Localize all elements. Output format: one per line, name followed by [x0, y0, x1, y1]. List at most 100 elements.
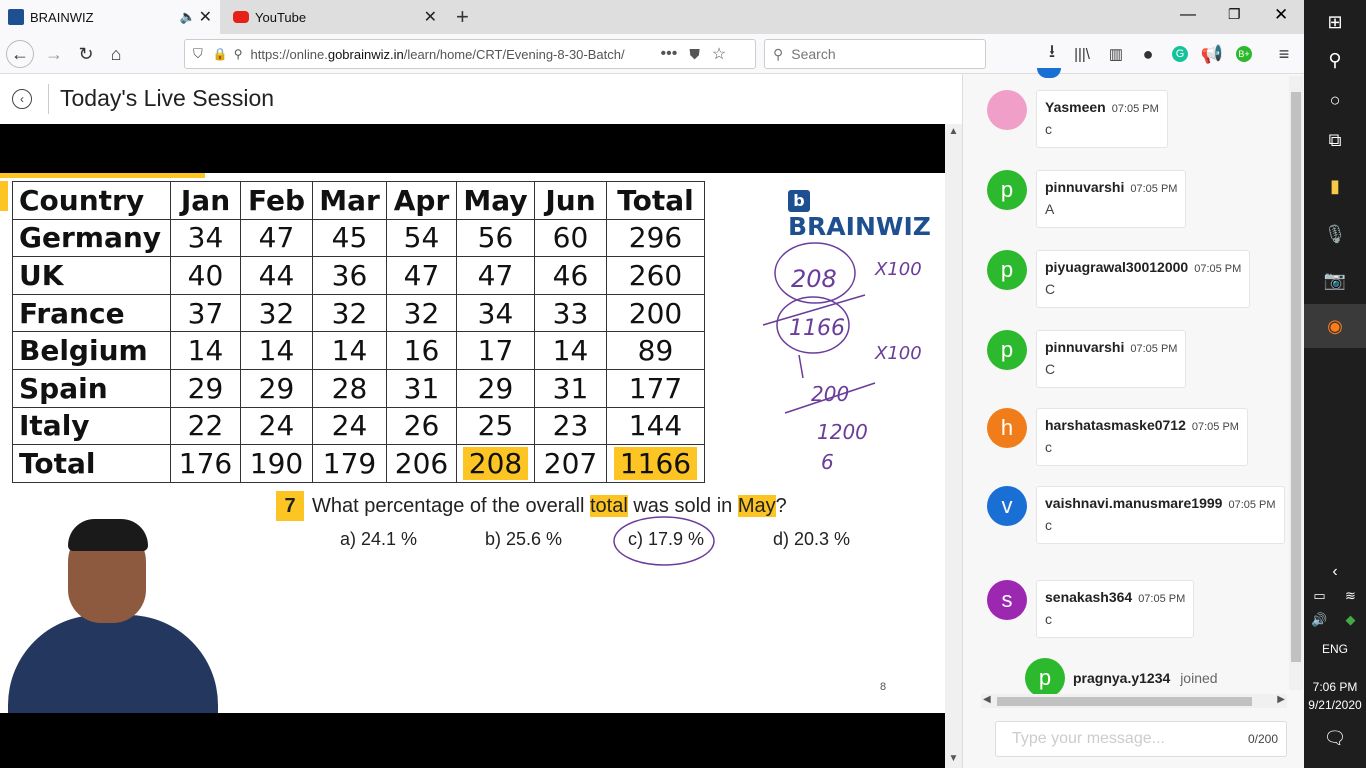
close-tab-icon[interactable]: ✕ — [199, 7, 212, 27]
url-bar[interactable]: ⛉ 🔒 ⚲ https://online.gobrainwiz.in/learn… — [184, 39, 756, 69]
slide-accent — [0, 173, 205, 178]
slide-accent — [0, 181, 8, 211]
close-tab-icon[interactable]: ✕ — [424, 7, 437, 27]
table-cell: 34 — [456, 293, 535, 333]
annotation-208: 208 — [791, 265, 837, 293]
table-cell: 31 — [386, 368, 457, 408]
megaphone-icon[interactable]: 📢 — [1198, 40, 1226, 68]
window-close-button[interactable]: ✕ — [1274, 5, 1288, 25]
presenter-video — [0, 513, 225, 713]
table-cell: 47 — [456, 256, 535, 295]
notifications-icon[interactable]: 🗨 — [1304, 716, 1366, 760]
task-view-icon[interactable]: ⧉ — [1304, 118, 1366, 162]
new-tab-button[interactable]: + — [456, 4, 469, 30]
cortana-icon[interactable]: ○ — [1304, 78, 1366, 122]
sidebar-icon[interactable]: ▥ — [1102, 40, 1130, 68]
table-cell: 31 — [534, 368, 607, 408]
table-cell: 24 — [312, 406, 387, 446]
chat-message: h harshatasmaske0712 07:05 PM c — [987, 408, 1248, 466]
table-row-header: Country — [12, 181, 171, 220]
highlighted-value: 1166 — [613, 446, 698, 480]
table-cell: May — [456, 181, 535, 220]
chat-message: p piyuagrawal30012000 07:05 PM C — [987, 250, 1251, 308]
chat-vertical-scrollbar[interactable] — [1289, 76, 1303, 690]
slide-page-number: 8 — [880, 681, 887, 693]
reload-button[interactable]: ↻ — [72, 40, 100, 68]
table-row-header: Spain — [12, 368, 171, 408]
table-cell: Jun — [534, 181, 607, 220]
tab-youtube[interactable]: YouTube ✕ — [225, 0, 445, 34]
table-cell: 14 — [312, 331, 387, 370]
permissions-icon: ⚲ — [233, 47, 243, 61]
message-author: Yasmeen 07:05 PM — [1045, 99, 1159, 115]
chat-scroll-thumb[interactable] — [997, 697, 1252, 706]
clock-time[interactable]: 7:06 PM — [1304, 680, 1366, 694]
author-name: harshatasmaske0712 — [1045, 417, 1186, 433]
message-text: c — [1045, 517, 1052, 533]
table-cell: 190 — [240, 444, 313, 483]
chat-input-placeholder: Type your message... — [1012, 730, 1165, 747]
back-button[interactable]: ← — [6, 40, 34, 68]
header-divider — [48, 84, 49, 114]
message-bubble: pinnuvarshi 07:05 PM C — [1036, 330, 1187, 388]
download-icon[interactable]: ⭳ — [1038, 40, 1066, 68]
table-cell: Total — [606, 181, 705, 220]
forward-button[interactable]: → — [40, 40, 68, 68]
table-cell: 14 — [170, 331, 241, 370]
joined-status: joined — [1180, 670, 1218, 686]
recorder-app-icon[interactable]: 🎙 — [1304, 212, 1366, 256]
table-row: Germany 34 47 45 54 56 60 296 — [12, 218, 705, 258]
author-name: senakash364 — [1045, 589, 1133, 605]
author-name: piyuagrawal30012000 — [1045, 259, 1189, 275]
page-actions-icon[interactable]: ••• — [661, 45, 678, 63]
video-player[interactable]: Country Jan Feb Mar Apr May Jun Total Germany 34 4… — [0, 124, 945, 768]
tab-brainwiz[interactable]: BRAINWIZ 🔈 ✕ — [0, 0, 220, 34]
extension-icon[interactable]: B+ — [1230, 40, 1258, 68]
restore-button[interactable]: ❐ — [1228, 6, 1241, 23]
account-icon[interactable]: ● — [1134, 40, 1162, 68]
file-explorer-icon[interactable]: ▮ — [1304, 164, 1366, 208]
bookmark-star-icon[interactable]: ☆ — [712, 44, 726, 64]
home-button[interactable]: ⌂ — [102, 40, 130, 68]
volume-icon[interactable]: 🔊 — [1304, 598, 1335, 642]
search-icon: ⚲ — [773, 45, 784, 62]
option-b: b) 25.6 % — [485, 529, 563, 549]
user-avatar: p — [1025, 658, 1065, 698]
pocket-icon[interactable]: ⛊ — [689, 46, 700, 63]
clock-date[interactable]: 9/21/2020 — [1304, 698, 1366, 712]
grammarly-icon[interactable]: G — [1166, 40, 1194, 68]
back-arrow-icon[interactable]: ‹ — [12, 89, 32, 109]
question-number: 7 — [276, 491, 304, 521]
scroll-left-arrow-icon[interactable]: ◀ — [983, 694, 991, 705]
chat-message: v vaishnavi.manusmare1999 07:05 PM c — [987, 486, 1285, 544]
table-cell: 206 — [386, 444, 457, 483]
network-status-icon[interactable]: ◆ — [1335, 598, 1366, 642]
data-table: Country Jan Feb Mar Apr May Jun Total Germany 34 4… — [12, 181, 705, 483]
navigation-bar: ← → ↻ ⌂ ⛉ 🔒 ⚲ https://online.gobrainwiz.… — [0, 34, 1304, 74]
vertical-scrollbar[interactable]: ▲ ▼ — [945, 124, 962, 768]
speaker-icon[interactable]: 🔈 — [180, 9, 196, 25]
scroll-up-arrow-icon[interactable]: ▲ — [945, 126, 962, 137]
table-cell: 207 — [534, 444, 607, 483]
search-icon[interactable]: ⚲ — [1304, 38, 1366, 82]
table-cell: Jan — [170, 181, 241, 220]
scroll-right-arrow-icon[interactable]: ▶ — [1277, 694, 1285, 705]
search-input[interactable]: ⚲ Search — [764, 39, 986, 69]
table-cell: 33 — [534, 293, 607, 333]
chat-message: p pinnuvarshi 07:05 PM C — [987, 330, 1187, 388]
camera-app-icon[interactable]: 📷 — [1304, 258, 1366, 302]
char-counter: 0/200 — [1247, 732, 1278, 746]
chat-message-input[interactable]: Type your message... 0/200 — [995, 721, 1287, 757]
chat-horizontal-scrollbar[interactable]: ◀ ▶ — [981, 694, 1287, 708]
language-indicator[interactable]: ENG — [1304, 642, 1366, 656]
menu-icon[interactable]: ≡ — [1270, 40, 1298, 68]
minimize-button[interactable]: — — [1180, 6, 1196, 24]
firefox-icon[interactable]: ◉ — [1304, 304, 1366, 348]
library-icon[interactable]: |||\ — [1068, 40, 1096, 68]
message-time: 07:05 PM — [1138, 593, 1186, 605]
table-cell: 36 — [312, 256, 387, 295]
author-name: pinnuvarshi — [1045, 179, 1125, 195]
chat-scroll-thumb[interactable] — [1291, 92, 1301, 662]
scroll-down-arrow-icon[interactable]: ▼ — [945, 753, 962, 764]
url-text: https://online.gobrainwiz.in/learn/home/… — [250, 46, 625, 62]
